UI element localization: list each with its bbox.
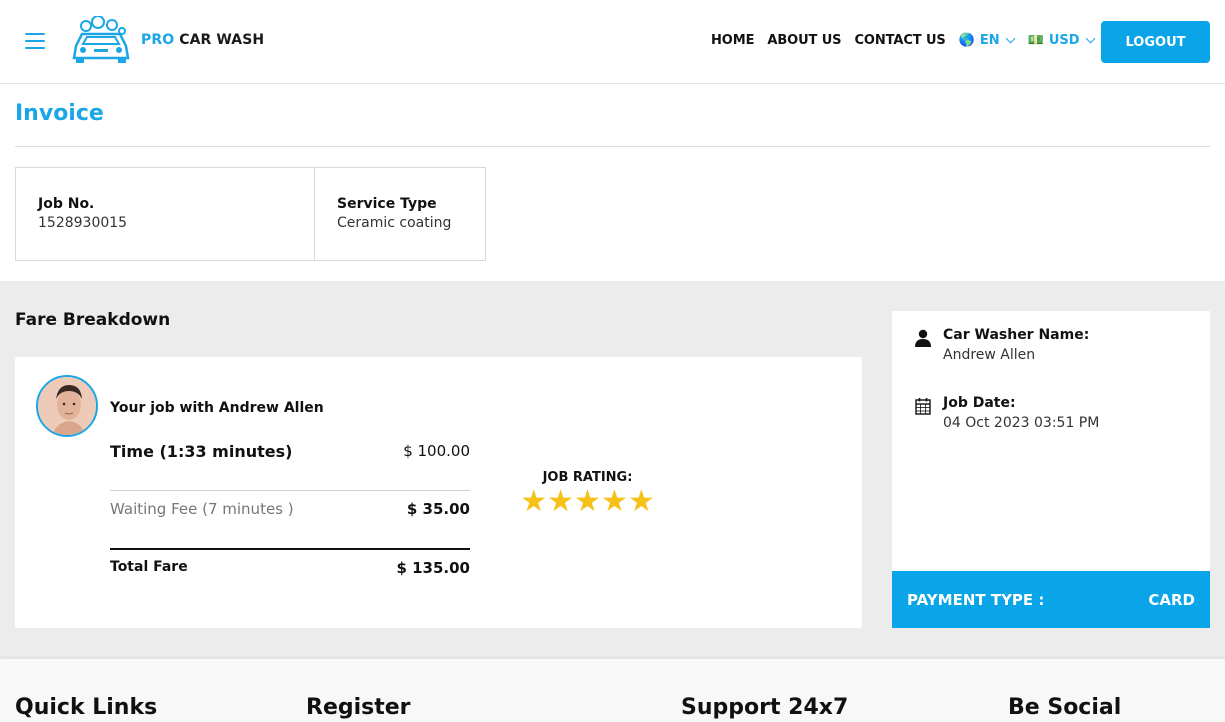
logo[interactable]: PRO CAR WASH bbox=[68, 16, 264, 64]
footer-heading-be-social: Be Social bbox=[1008, 695, 1122, 720]
footer-heading-quick-links: Quick Links bbox=[15, 695, 158, 720]
car-wash-logo-icon bbox=[72, 16, 130, 63]
language-label: EN bbox=[979, 33, 1000, 48]
chevron-down-icon bbox=[1085, 33, 1096, 44]
footer-heading-register: Register bbox=[306, 695, 411, 720]
site-header: PRO CAR WASH HOME ABOUT US CONTACT US 🌎 … bbox=[0, 0, 1225, 84]
payment-type-value: CARD bbox=[1148, 590, 1195, 609]
star-icon[interactable]: ★ bbox=[628, 487, 655, 517]
nav-about-us[interactable]: ABOUT US bbox=[767, 33, 841, 48]
job-date-value: 04 Oct 2023 03:51 PM bbox=[943, 415, 1100, 431]
job-info-box: Job No. 1528930015 Service Type Ceramic … bbox=[15, 167, 486, 261]
washer-name-value: Andrew Allen bbox=[943, 347, 1036, 363]
job-rating-label: JOB RATING: bbox=[542, 470, 633, 485]
job-with-text: Your job with Andrew Allen bbox=[110, 400, 324, 416]
star-icon[interactable]: ★ bbox=[601, 487, 628, 517]
calendar-icon bbox=[915, 398, 931, 415]
person-photo-icon bbox=[38, 377, 96, 435]
star-icon[interactable]: ★ bbox=[520, 487, 547, 517]
star-icon[interactable]: ★ bbox=[547, 487, 574, 517]
job-details-card: Car Washer Name: Andrew Allen Job Date: … bbox=[892, 311, 1210, 628]
nav-contact-us[interactable]: CONTACT US bbox=[854, 33, 945, 48]
user-icon bbox=[915, 329, 931, 347]
star-icon[interactable]: ★ bbox=[574, 487, 601, 517]
waiting-fee-amount: $ 35.00 bbox=[406, 500, 470, 518]
time-amount: $ 100.00 bbox=[403, 442, 470, 460]
fare-card: Your job with Andrew Allen Time (1:33 mi… bbox=[15, 357, 862, 628]
language-selector[interactable]: 🌎 EN bbox=[958, 33, 1016, 48]
logo-text: PRO CAR WASH bbox=[141, 32, 265, 48]
job-date-item: Job Date: 04 Oct 2023 03:51 PM bbox=[915, 395, 1099, 431]
time-label: Time (1:33 minutes) bbox=[110, 442, 293, 461]
job-no-value: 1528930015 bbox=[38, 215, 128, 231]
job-date-label: Job Date: bbox=[943, 395, 1016, 411]
nav-home[interactable]: HOME bbox=[711, 33, 754, 48]
page-title: Invoice bbox=[15, 101, 104, 126]
menu-icon[interactable] bbox=[25, 33, 45, 49]
total-fare-row: Total Fare $ 135.00 bbox=[110, 559, 470, 577]
waiting-fee-row: Waiting Fee (7 minutes ) $ 35.00 bbox=[110, 500, 470, 518]
washer-name-label: Car Washer Name: bbox=[943, 327, 1090, 343]
avatar bbox=[36, 375, 98, 437]
money-icon: 💵 bbox=[1027, 33, 1044, 48]
washer-name-item: Car Washer Name: Andrew Allen bbox=[915, 327, 1089, 363]
total-fare-label: Total Fare bbox=[110, 559, 188, 575]
total-divider bbox=[110, 548, 470, 550]
payment-type-bar: PAYMENT TYPE : CARD bbox=[892, 571, 1210, 628]
total-fare-amount: $ 135.00 bbox=[396, 559, 470, 577]
currency-label: USD bbox=[1048, 33, 1080, 48]
job-no-cell: Job No. 1528930015 bbox=[16, 168, 315, 260]
footer-heading-support: Support 24x7 bbox=[681, 695, 849, 720]
globe-icon: 🌎 bbox=[958, 33, 975, 48]
job-no-label: Job No. bbox=[38, 196, 95, 212]
payment-type-label: PAYMENT TYPE : bbox=[907, 590, 1045, 609]
waiting-fee-label: Waiting Fee (7 minutes ) bbox=[110, 500, 294, 518]
job-rating: JOB RATING: ★ ★ ★ ★ ★ bbox=[505, 470, 670, 517]
chevron-down-icon bbox=[1005, 33, 1016, 44]
divider bbox=[15, 146, 1210, 147]
currency-selector[interactable]: 💵 USD bbox=[1027, 33, 1096, 48]
star-rating: ★ ★ ★ ★ ★ bbox=[505, 487, 670, 517]
main-nav: HOME ABOUT US CONTACT US 🌎 EN 💵 USD bbox=[711, 33, 1108, 48]
divider bbox=[110, 490, 470, 491]
logout-button[interactable]: LOGOUT bbox=[1101, 21, 1210, 63]
site-footer: Quick Links Register Support 24x7 Be Soc… bbox=[0, 659, 1225, 722]
service-type-label: Service Type bbox=[337, 196, 437, 212]
fare-breakdown-title: Fare Breakdown bbox=[15, 310, 171, 330]
service-type-value: Ceramic coating bbox=[337, 215, 452, 231]
service-type-cell: Service Type Ceramic coating bbox=[315, 168, 473, 260]
time-row: Time (1:33 minutes) $ 100.00 bbox=[110, 442, 470, 461]
